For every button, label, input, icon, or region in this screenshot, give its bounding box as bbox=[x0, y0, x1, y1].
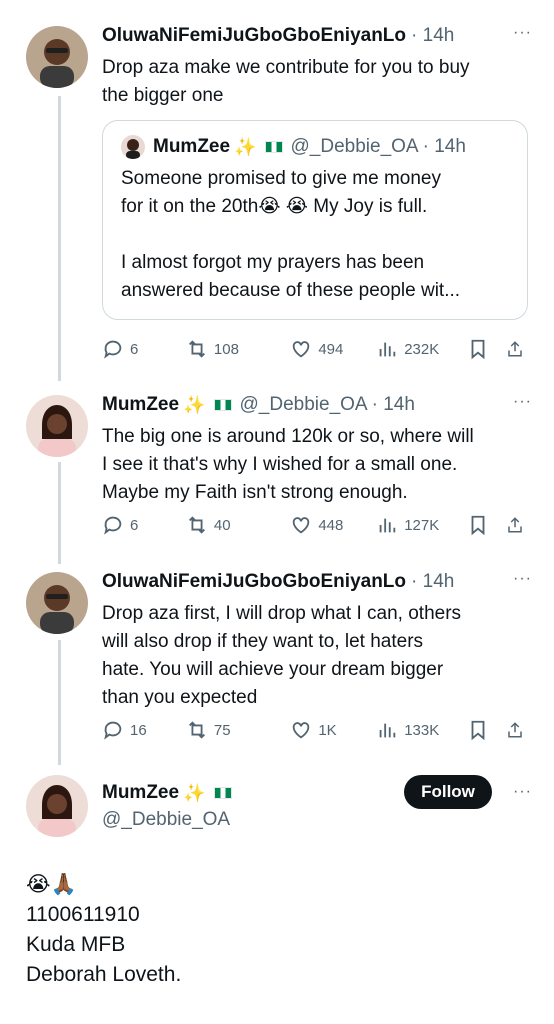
like-count: 448 bbox=[318, 516, 344, 534]
more-icon[interactable]: ··· bbox=[513, 24, 532, 42]
retweet-button[interactable]: 108 bbox=[186, 338, 290, 360]
tweet-text: Drop aza first, I will drop what I can, … bbox=[102, 603, 462, 708]
tweet-text: The big one is around 120k or so, where … bbox=[102, 426, 474, 503]
thread-line bbox=[58, 96, 61, 381]
nigeria-flag-icon bbox=[264, 141, 283, 153]
views-count: 133K bbox=[404, 721, 440, 739]
reply-button[interactable]: 16 bbox=[102, 719, 186, 741]
reply-icon bbox=[104, 721, 122, 740]
display-name[interactable]: OluwaNiFemiJuGboGboEniyanLo bbox=[102, 571, 406, 593]
like-icon bbox=[293, 722, 310, 739]
timestamp[interactable]: · 14h bbox=[411, 25, 454, 47]
tweet-header: OluwaNiFemiJuGboGboEniyanLo · 14h bbox=[102, 24, 532, 48]
tweet[interactable]: OluwaNiFemiJuGboGboEniyanLo · 14h ··· Dr… bbox=[102, 570, 532, 712]
bookmark-button[interactable] bbox=[467, 719, 506, 741]
timestamp[interactable]: · 14h bbox=[423, 136, 466, 158]
thread-line bbox=[58, 640, 61, 765]
reply-count: 16 bbox=[130, 721, 147, 739]
quote-text: Someone promised to give me money for it… bbox=[121, 168, 461, 301]
quoted-tweet[interactable]: MumZee ✨ @_Debbie_OA · 14h Someone promi… bbox=[102, 120, 528, 320]
retweet-count: 108 bbox=[213, 340, 239, 358]
author-header: MumZee ✨ bbox=[102, 781, 384, 805]
display-name[interactable]: OluwaNiFemiJuGboGboEniyanLo bbox=[102, 25, 406, 47]
bookmark-button[interactable] bbox=[467, 338, 506, 360]
share-icon bbox=[508, 722, 522, 738]
quote-header: MumZee ✨ @_Debbie_OA · 14h bbox=[121, 135, 509, 159]
main-post-author[interactable]: MumZee ✨ @_Debbie_OA bbox=[102, 781, 384, 831]
reply-button[interactable]: 6 bbox=[102, 514, 186, 536]
views-button[interactable]: 232K bbox=[376, 338, 467, 360]
more-icon[interactable]: ··· bbox=[513, 570, 532, 588]
nigeria-flag-icon bbox=[213, 399, 232, 411]
bookmark-icon bbox=[471, 720, 485, 741]
avatar[interactable] bbox=[26, 26, 88, 88]
sparkle-emoji: ✨ bbox=[183, 782, 206, 803]
like-icon bbox=[293, 517, 310, 534]
tweet-header: MumZee ✨ @_Debbie_OA · 14h bbox=[102, 393, 532, 417]
views-icon bbox=[379, 518, 396, 533]
tweet[interactable]: MumZee ✨ @_Debbie_OA · 14h ··· The big o… bbox=[102, 393, 532, 507]
follow-button[interactable]: Follow bbox=[404, 775, 492, 809]
more-icon[interactable]: ··· bbox=[513, 783, 532, 801]
share-icon bbox=[508, 517, 522, 533]
views-count: 232K bbox=[404, 340, 440, 358]
sparkle-emoji: ✨ bbox=[234, 136, 257, 157]
share-button[interactable] bbox=[506, 514, 530, 536]
tweet-actions: 6 40 448 127K bbox=[102, 514, 530, 536]
retweet-count: 75 bbox=[213, 721, 231, 739]
thread-line bbox=[58, 462, 61, 564]
like-count: 1K bbox=[318, 721, 337, 739]
share-icon bbox=[508, 341, 522, 357]
handle[interactable]: @_Debbie_OA bbox=[102, 809, 384, 831]
views-button[interactable]: 127K bbox=[376, 514, 467, 536]
timestamp[interactable]: · 14h bbox=[411, 571, 454, 593]
retweet-icon bbox=[188, 516, 205, 534]
reply-icon bbox=[104, 340, 122, 359]
reply-count: 6 bbox=[130, 340, 139, 358]
bookmark-button[interactable] bbox=[467, 514, 506, 536]
handle[interactable]: @_Debbie_OA bbox=[291, 136, 419, 158]
share-button[interactable] bbox=[506, 719, 530, 741]
display-name[interactable]: MumZee bbox=[153, 136, 230, 158]
views-count: 127K bbox=[404, 516, 440, 534]
avatar[interactable] bbox=[26, 775, 88, 837]
timestamp[interactable]: · 14h bbox=[372, 394, 415, 416]
tweet-header: OluwaNiFemiJuGboGboEniyanLo · 14h bbox=[102, 570, 532, 594]
views-icon bbox=[379, 723, 396, 738]
tweet-actions: 6 108 494 232K bbox=[102, 338, 530, 360]
retweet-icon bbox=[188, 721, 205, 739]
retweet-button[interactable]: 40 bbox=[186, 514, 290, 536]
reply-icon bbox=[104, 516, 122, 535]
like-button[interactable]: 494 bbox=[290, 338, 376, 360]
sparkle-emoji: ✨ bbox=[183, 394, 206, 415]
avatar bbox=[121, 135, 145, 159]
handle[interactable]: @_Debbie_OA bbox=[240, 394, 368, 416]
bookmark-icon bbox=[471, 515, 485, 536]
nigeria-flag-icon bbox=[213, 787, 232, 799]
retweet-button[interactable]: 75 bbox=[186, 719, 290, 741]
retweet-count: 40 bbox=[213, 516, 231, 534]
like-button[interactable]: 448 bbox=[290, 514, 376, 536]
tweet[interactable]: OluwaNiFemiJuGboGboEniyanLo · 14h ··· Dr… bbox=[102, 24, 532, 110]
like-icon bbox=[293, 341, 310, 358]
share-button[interactable] bbox=[506, 338, 530, 360]
views-button[interactable]: 133K bbox=[376, 719, 467, 741]
reply-count: 6 bbox=[130, 516, 139, 534]
more-icon[interactable]: ··· bbox=[513, 393, 532, 411]
post-text: 😭🙏🏾 1100611910 Kuda MFB Deborah Loveth. bbox=[26, 873, 182, 986]
like-count: 494 bbox=[318, 340, 344, 358]
display-name[interactable]: MumZee bbox=[102, 394, 179, 416]
tweet-text: Drop aza make we contribute for you to b… bbox=[102, 57, 470, 106]
bookmark-icon bbox=[471, 339, 485, 360]
avatar[interactable] bbox=[26, 395, 88, 457]
tweet-actions: 16 75 1K 133K bbox=[102, 719, 530, 741]
reply-button[interactable]: 6 bbox=[102, 338, 186, 360]
display-name[interactable]: MumZee bbox=[102, 782, 179, 804]
views-icon bbox=[379, 342, 396, 357]
retweet-icon bbox=[188, 340, 205, 358]
avatar[interactable] bbox=[26, 572, 88, 634]
like-button[interactable]: 1K bbox=[290, 719, 376, 741]
